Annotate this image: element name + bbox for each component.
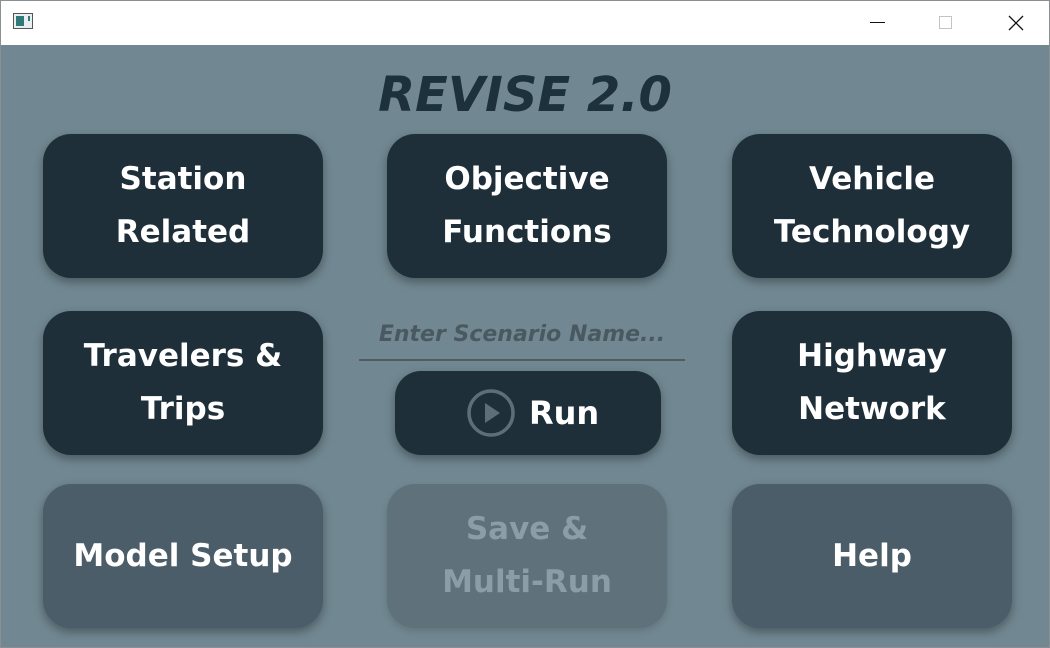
station-related-button[interactable]: Station Related (43, 134, 323, 278)
minimize-button[interactable] (855, 1, 901, 45)
scenario-name-input[interactable] (359, 309, 685, 361)
title-bar[interactable] (1, 1, 1049, 45)
travelers-trips-button[interactable]: Travelers & Trips (43, 311, 323, 455)
app-window-icon (13, 13, 33, 29)
run-button[interactable]: Run (395, 371, 661, 455)
save-multi-run-button: Save & Multi-Run (387, 484, 667, 628)
play-circle-icon (467, 389, 515, 437)
model-setup-button[interactable]: Model Setup (43, 484, 323, 628)
maximize-button[interactable] (923, 1, 969, 45)
vehicle-technology-button[interactable]: Vehicle Technology (732, 134, 1012, 278)
help-button[interactable]: Help (732, 484, 1012, 628)
app-title: REVISE 2.0 (378, 67, 672, 123)
app-window: REVISE 2.0 Station Related Objective Fun… (0, 0, 1050, 648)
maximize-icon (939, 16, 952, 29)
highway-network-button[interactable]: Highway Network (732, 311, 1012, 455)
close-button[interactable] (993, 1, 1039, 45)
run-label: Run (529, 394, 600, 432)
objective-functions-button[interactable]: Objective Functions (387, 134, 667, 278)
close-icon (1008, 15, 1024, 31)
minimize-icon (870, 22, 885, 23)
